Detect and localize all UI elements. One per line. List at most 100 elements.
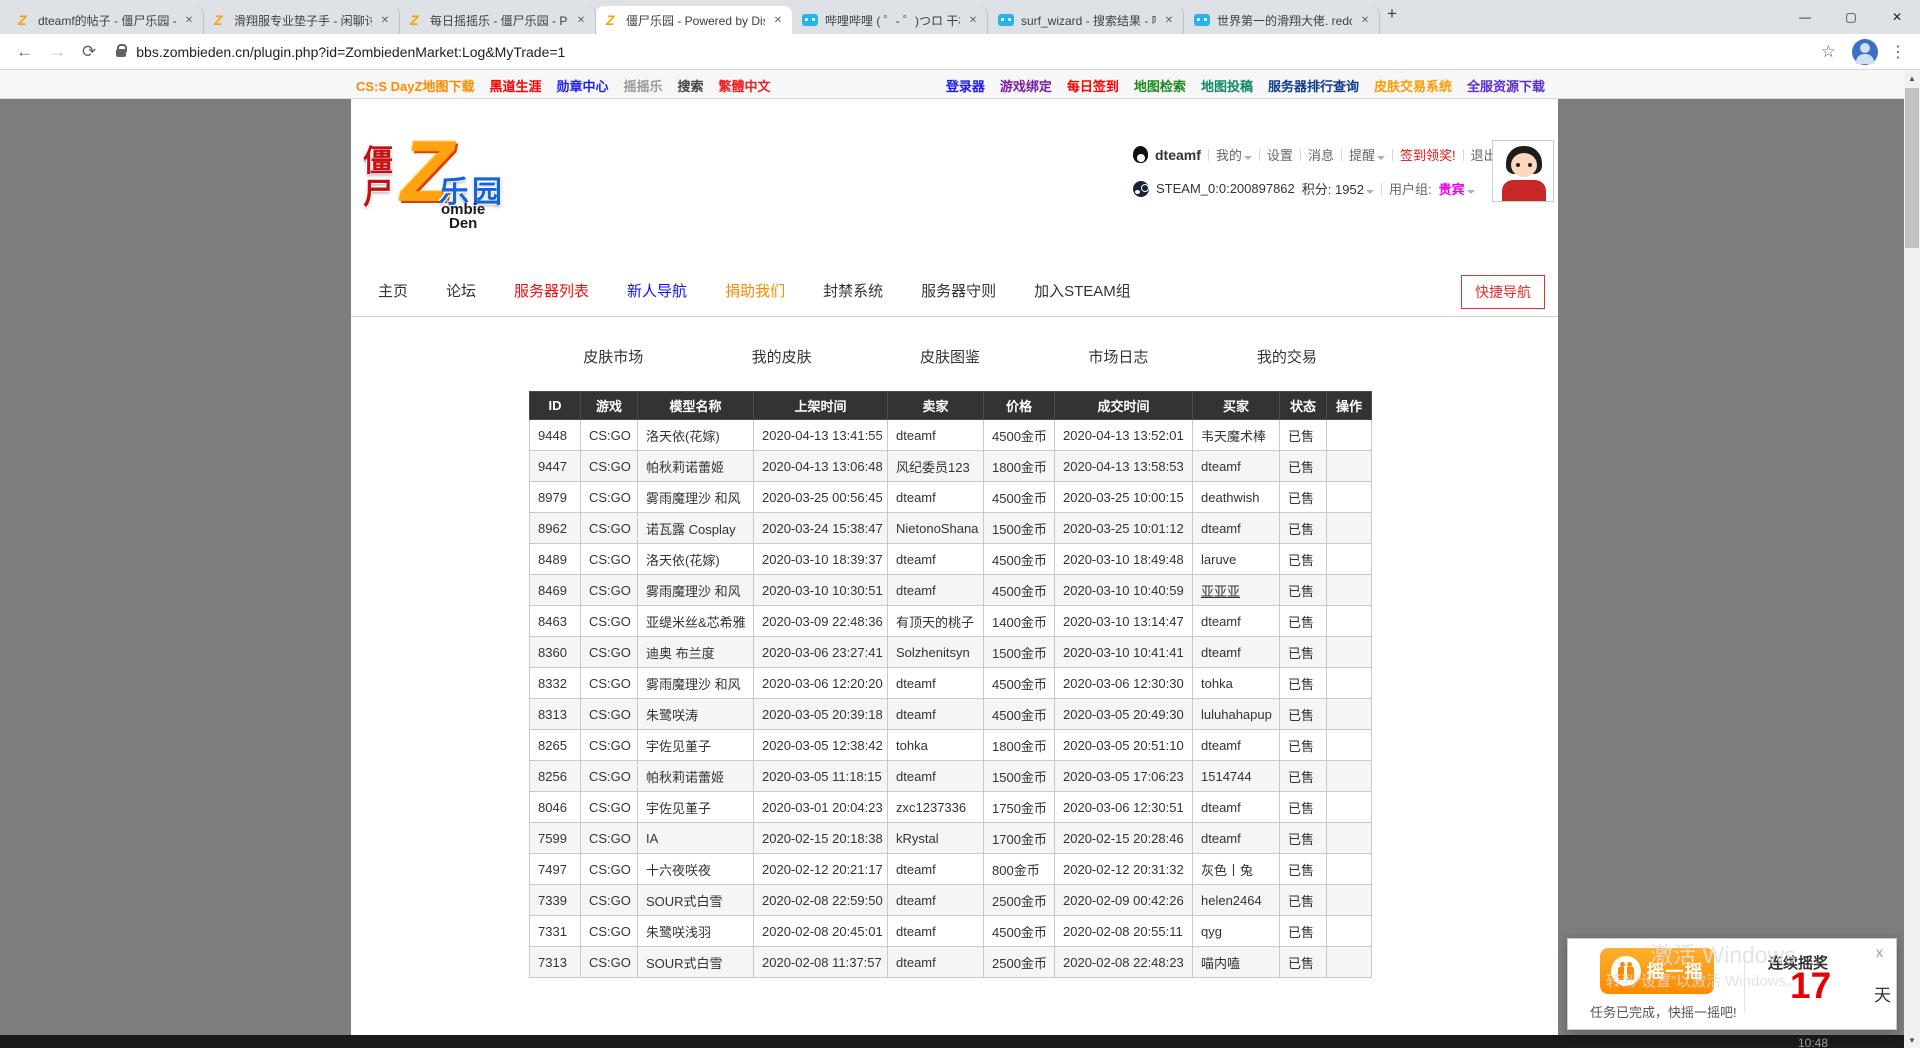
lock-icon bbox=[116, 49, 126, 57]
cell-action bbox=[1327, 916, 1372, 947]
browser-tab[interactable]: Z 滑翔服专业垫子手 - 闲聊讨论及 ✕ bbox=[204, 6, 400, 34]
browser-profile-avatar[interactable] bbox=[1852, 39, 1878, 65]
bookmark-star-icon[interactable]: ☆ bbox=[1821, 42, 1836, 62]
top-link[interactable]: 黑道生涯 bbox=[489, 76, 541, 95]
cell-buyer[interactable]: tohka bbox=[1193, 668, 1280, 699]
signin-reward-link[interactable]: 签到领奖! bbox=[1400, 145, 1456, 164]
refresh-icon[interactable]: ⟳ bbox=[82, 42, 96, 62]
main-nav-item[interactable]: 服务器守则 bbox=[921, 280, 996, 301]
back-icon[interactable]: ← bbox=[16, 42, 33, 62]
main-nav-item[interactable]: 主页 bbox=[378, 280, 408, 301]
cell-listed-time: 2020-03-09 22:48:36 bbox=[754, 606, 888, 637]
top-link[interactable]: 全服资源下载 bbox=[1467, 76, 1545, 95]
subnav-tab[interactable]: 我的交易 bbox=[1203, 346, 1371, 367]
maximize-icon[interactable]: ▢ bbox=[1828, 0, 1874, 34]
scrollbar-up-icon[interactable]: ▲ bbox=[1904, 70, 1920, 86]
cell-buyer[interactable]: 亚亚亚 bbox=[1193, 575, 1280, 606]
settings-link[interactable]: 设置 bbox=[1267, 145, 1293, 164]
cell-buyer[interactable]: helen2464 bbox=[1193, 885, 1280, 916]
minimize-icon[interactable]: — bbox=[1782, 0, 1828, 34]
cell-buyer[interactable]: dteamf bbox=[1193, 451, 1280, 482]
cell-buyer[interactable]: dteamf bbox=[1193, 823, 1280, 854]
browser-menu-icon[interactable]: ⋮ bbox=[1890, 42, 1906, 62]
cell-id: 7497 bbox=[530, 854, 581, 885]
top-link[interactable]: 每日签到 bbox=[1067, 76, 1119, 95]
browser-tab[interactable]: 哔哩哔哩 ( ゜- ゜)つロ 干杯~-bili ✕ bbox=[792, 6, 988, 34]
main-nav-item[interactable]: 加入STEAM组 bbox=[1034, 280, 1131, 301]
top-link[interactable]: 搜索 bbox=[678, 76, 704, 95]
cell-buyer[interactable]: 灰色丨兔 bbox=[1193, 854, 1280, 885]
cell-buyer[interactable]: dteamf bbox=[1193, 606, 1280, 637]
top-link[interactable]: 服务器排行查询 bbox=[1268, 76, 1359, 95]
my-menu[interactable]: 我的 bbox=[1216, 145, 1252, 164]
new-tab-button[interactable]: + bbox=[1380, 2, 1404, 26]
main-nav-item[interactable]: 新人导航 bbox=[627, 280, 687, 301]
subnav-tab[interactable]: 皮肤图鉴 bbox=[866, 346, 1034, 367]
tab-close-icon[interactable]: ✕ bbox=[770, 15, 786, 26]
cell-buyer[interactable]: 1514744 bbox=[1193, 761, 1280, 792]
page-content: Z 僵尸 乐园 ombie Den dteamf 我的 设置 消息 提醒 签到领… bbox=[351, 99, 1558, 1035]
cell-buyer[interactable]: dteamf bbox=[1193, 792, 1280, 823]
subnav-tab[interactable]: 皮肤市场 bbox=[529, 346, 697, 367]
browser-tab[interactable]: Z 僵尸乐园 - Powered by Discuz! ✕ bbox=[596, 6, 792, 34]
usergroup-menu[interactable]: 贵宾 bbox=[1439, 179, 1475, 198]
cell-buyer[interactable]: dteamf bbox=[1193, 513, 1280, 544]
quick-nav-button[interactable]: 快捷导航 bbox=[1461, 275, 1545, 309]
top-link[interactable]: 游戏绑定 bbox=[1000, 76, 1052, 95]
main-nav-item[interactable]: 论坛 bbox=[446, 280, 476, 301]
cell-buyer[interactable]: 喵内嗑 bbox=[1193, 947, 1280, 978]
top-link[interactable]: 摇摇乐 bbox=[624, 76, 663, 95]
cell-action bbox=[1327, 885, 1372, 916]
main-nav-item[interactable]: 捐助我们 bbox=[725, 280, 785, 301]
cell-buyer[interactable]: dteamf bbox=[1193, 637, 1280, 668]
tab-close-icon[interactable]: ✕ bbox=[573, 15, 589, 26]
cell-id: 8313 bbox=[530, 699, 581, 730]
tab-close-icon[interactable]: ✕ bbox=[1161, 15, 1177, 26]
cell-model: SOUR式白雪 bbox=[638, 885, 754, 916]
browser-tab[interactable]: surf_wizard - 搜索结果 - 哔哩哔 ✕ bbox=[988, 6, 1184, 34]
tab-close-icon[interactable]: ✕ bbox=[181, 15, 197, 26]
main-nav-item[interactable]: 服务器列表 bbox=[514, 280, 589, 301]
main-nav-item[interactable]: 封禁系统 bbox=[823, 280, 883, 301]
subnav-tab[interactable]: 市场日志 bbox=[1034, 346, 1202, 367]
tab-close-icon[interactable]: ✕ bbox=[377, 15, 393, 26]
top-link[interactable]: 皮肤交易系统 bbox=[1374, 76, 1452, 95]
top-link[interactable]: CS:S DayZ地图下载 bbox=[356, 76, 474, 95]
close-icon[interactable]: ✕ bbox=[1874, 0, 1920, 34]
popup-close-icon[interactable]: x bbox=[1876, 944, 1883, 960]
cell-buyer[interactable]: dteamf bbox=[1193, 730, 1280, 761]
top-link[interactable]: 勋章中心 bbox=[556, 76, 608, 95]
cell-price: 2500金币 bbox=[984, 947, 1055, 978]
cell-buyer[interactable]: luluhahapup bbox=[1193, 699, 1280, 730]
top-link[interactable]: 繁體中文 bbox=[719, 76, 771, 95]
column-header: 操作 bbox=[1327, 392, 1372, 420]
subnav-tab[interactable]: 我的皮肤 bbox=[697, 346, 865, 367]
tab-close-icon[interactable]: ✕ bbox=[965, 15, 981, 26]
top-link[interactable]: 地图投稿 bbox=[1201, 76, 1253, 95]
cell-buyer[interactable]: laruve bbox=[1193, 544, 1280, 575]
browser-tab[interactable]: Z 每日摇摇乐 - 僵尸乐园 - Powere ✕ bbox=[400, 6, 596, 34]
url-text[interactable]: bbs.zombieden.cn/plugin.php?id=Zombieden… bbox=[136, 44, 565, 60]
alerts-menu[interactable]: 提醒 bbox=[1349, 145, 1385, 164]
score-menu[interactable]: 积分: 1952 bbox=[1302, 179, 1374, 198]
cell-buyer[interactable]: 韦天魔术棒 bbox=[1193, 420, 1280, 451]
scrollbar-down-icon[interactable]: ▼ bbox=[1904, 1032, 1920, 1048]
browser-tab[interactable]: 世界第一的滑翔大佬. redc 世界 ✕ bbox=[1184, 6, 1380, 34]
top-link[interactable]: 地图检索 bbox=[1134, 76, 1186, 95]
scrollbar-thumb[interactable] bbox=[1905, 88, 1919, 248]
cell-game: CS:GO bbox=[581, 513, 638, 544]
cell-buyer[interactable]: deathwish bbox=[1193, 482, 1280, 513]
shake-button[interactable]: 摇一摇 bbox=[1600, 948, 1714, 994]
tab-close-icon[interactable]: ✕ bbox=[1357, 15, 1373, 26]
user-info-line2: STEAM_0:0:200897862 积分: 1952 用户组: 贵宾 bbox=[1133, 179, 1475, 198]
cell-buyer[interactable]: qyg bbox=[1193, 916, 1280, 947]
scrollbar[interactable]: ▲ ▼ bbox=[1904, 70, 1920, 1048]
username-link[interactable]: dteamf bbox=[1155, 147, 1201, 163]
browser-tab[interactable]: Z dteamf的帖子 - 僵尸乐园 - Pow ✕ bbox=[8, 6, 204, 34]
site-logo[interactable]: Z 僵尸 乐园 ombie Den bbox=[361, 139, 531, 231]
top-link[interactable]: 登录器 bbox=[946, 76, 985, 95]
cell-listed-time: 2020-03-05 20:39:18 bbox=[754, 699, 888, 730]
forward-icon[interactable]: → bbox=[49, 42, 66, 62]
messages-link[interactable]: 消息 bbox=[1308, 145, 1334, 164]
avatar[interactable] bbox=[1492, 140, 1554, 202]
